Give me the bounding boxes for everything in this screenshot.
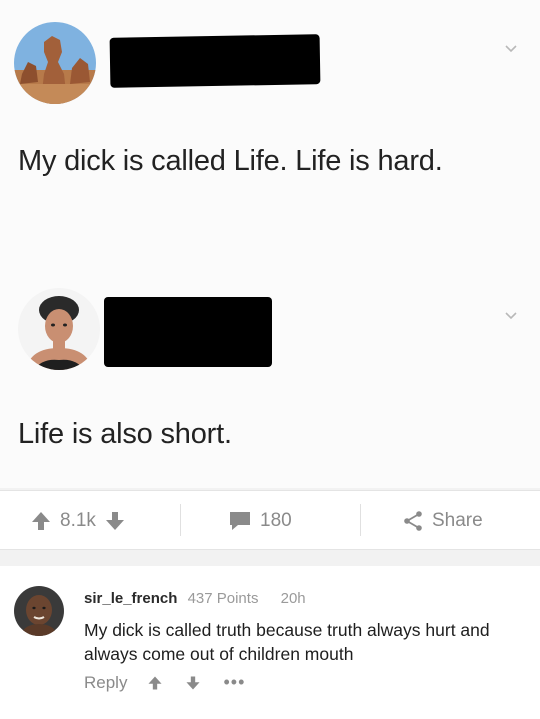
post-screenshot: My dick is called Life. Life is hard. Li… [0, 0, 540, 488]
comment-count: 180 [260, 510, 292, 531]
comment-age: 20h [280, 590, 306, 607]
comment: sir_le_french 437 Points 20h My dick is … [0, 566, 540, 719]
comment-username[interactable]: sir_le_french [84, 590, 177, 607]
divider [360, 504, 361, 536]
tweet-text: My dick is called Life. Life is hard. [18, 145, 443, 177]
user-avatar-icon[interactable] [14, 586, 64, 636]
comment-meta: sir_le_french 437 Points 20h [84, 590, 306, 607]
redacted-name [104, 297, 272, 367]
arrow-up-icon[interactable] [147, 675, 163, 691]
comment-points: 437 Points [187, 590, 259, 607]
arrow-down-icon[interactable] [185, 675, 201, 691]
chevron-down-icon[interactable] [504, 42, 518, 56]
tweet-text: Life is also short. [18, 418, 232, 450]
arrow-down-icon[interactable] [104, 510, 126, 532]
share-label: Share [432, 510, 483, 531]
vote-control: 8.1k [30, 491, 126, 551]
share-icon [404, 511, 422, 531]
comment-bubble-icon [230, 512, 250, 530]
more-options-icon[interactable]: ••• [223, 672, 245, 693]
post-action-bar: 8.1k 180 Share [0, 490, 540, 550]
arrow-up-icon[interactable] [30, 510, 52, 532]
chevron-down-icon[interactable] [504, 309, 518, 323]
comment-actions: Reply ••• [84, 672, 245, 693]
desert-rock-avatar-icon[interactable] [14, 22, 96, 104]
redacted-name [109, 34, 321, 88]
comments-button[interactable]: 180 [228, 491, 292, 551]
woman-avatar-icon[interactable] [18, 288, 100, 370]
score-count: 8.1k [60, 510, 96, 531]
comment-body: My dick is called truth because truth al… [84, 620, 490, 664]
share-button[interactable]: Share [402, 491, 483, 551]
divider [180, 504, 181, 536]
reply-button[interactable]: Reply [84, 673, 127, 693]
